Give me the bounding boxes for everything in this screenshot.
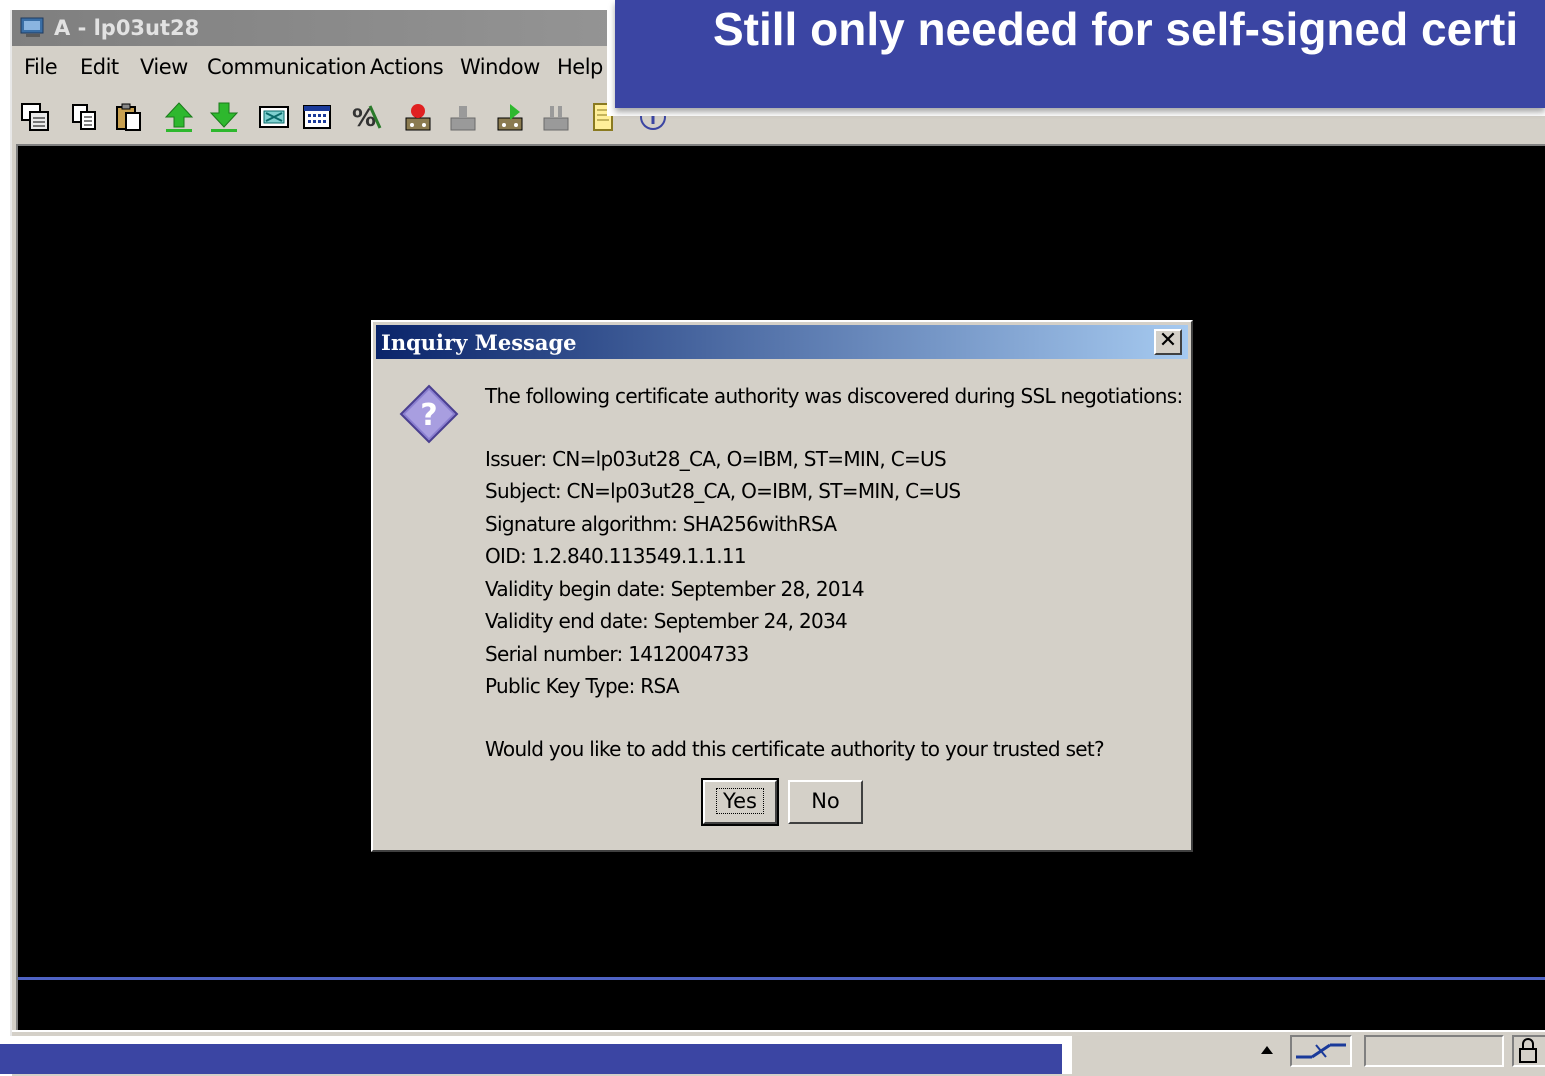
display-grid-icon[interactable] xyxy=(300,100,334,134)
connection-status-indicator xyxy=(1290,1035,1352,1067)
no-button[interactable]: No xyxy=(788,780,863,824)
print-icon[interactable] xyxy=(540,100,574,134)
cert-signature-algorithm: Signature algorithm: SHA256withRSA xyxy=(485,512,837,536)
security-lock-icon xyxy=(1519,1038,1537,1063)
copy-screen-icon[interactable] xyxy=(18,100,52,134)
cert-oid: OID: 1.2.840.113549.1.1.11 xyxy=(485,544,747,568)
play-macro-icon[interactable] xyxy=(494,100,528,134)
slide-banner-text: Still only needed for self-signed certi xyxy=(713,3,1519,55)
menu-file[interactable]: File xyxy=(24,55,58,79)
cert-public-key-type: Public Key Type: RSA xyxy=(485,674,680,698)
cert-validity-begin: Validity begin date: September 28, 2014 xyxy=(485,577,865,601)
dialog-titlebar[interactable]: Inquiry Message ✕ xyxy=(376,325,1188,359)
send-file-icon[interactable] xyxy=(162,100,196,134)
paste-icon[interactable] xyxy=(112,100,146,134)
connection-icon xyxy=(1296,1043,1346,1059)
dialog-intro-text: The following certificate authority was … xyxy=(485,384,1183,408)
menu-communication[interactable]: Communication xyxy=(207,55,367,79)
stop-macro-icon[interactable] xyxy=(447,100,481,134)
inquiry-dialog: Inquiry Message ✕ ? The following certif… xyxy=(371,320,1193,852)
dialog-question-text: Would you like to add this certificate a… xyxy=(485,737,1105,761)
display-keypad-icon[interactable] xyxy=(257,100,291,134)
terminal-app-icon xyxy=(20,17,44,37)
menu-window[interactable]: Window xyxy=(460,55,540,79)
yes-button[interactable]: Yes xyxy=(701,778,779,826)
dialog-title: Inquiry Message xyxy=(381,330,577,355)
slide-banner-background: Still only needed for self-signed certi xyxy=(615,0,1545,108)
slide-bottom-band xyxy=(0,1036,1072,1074)
menu-actions[interactable]: Actions xyxy=(370,55,444,79)
svg-text:?: ? xyxy=(420,398,437,433)
macro-icon[interactable]: % xyxy=(350,100,384,134)
menu-edit[interactable]: Edit xyxy=(80,55,119,79)
operator-info-area-line xyxy=(18,977,1545,980)
dialog-close-button[interactable]: ✕ xyxy=(1154,329,1182,355)
record-macro-icon[interactable] xyxy=(402,100,436,134)
lock-status-field xyxy=(1512,1035,1545,1067)
slide-banner: Still only needed for self-signed certi xyxy=(607,0,1545,116)
slide-bottom-band-background xyxy=(0,1044,1062,1074)
question-icon: ? xyxy=(399,384,459,444)
cert-validity-end: Validity end date: September 24, 2034 xyxy=(485,609,848,633)
cert-serial-number: Serial number: 1412004733 xyxy=(485,642,749,666)
yes-button-label: Yes xyxy=(716,788,764,814)
receive-file-icon[interactable] xyxy=(207,100,241,134)
scroll-up-icon[interactable] xyxy=(1256,1040,1278,1062)
menu-view[interactable]: View xyxy=(140,55,188,79)
copy-icon[interactable] xyxy=(68,100,102,134)
status-field xyxy=(1364,1035,1504,1067)
menu-help[interactable]: Help xyxy=(557,55,603,79)
window-title: A - lp03ut28 xyxy=(54,16,200,40)
cert-subject: Subject: CN=lp03ut28_CA, O=IBM, ST=MIN, … xyxy=(485,479,961,503)
cert-issuer: Issuer: CN=lp03ut28_CA, O=IBM, ST=MIN, C… xyxy=(485,447,947,471)
